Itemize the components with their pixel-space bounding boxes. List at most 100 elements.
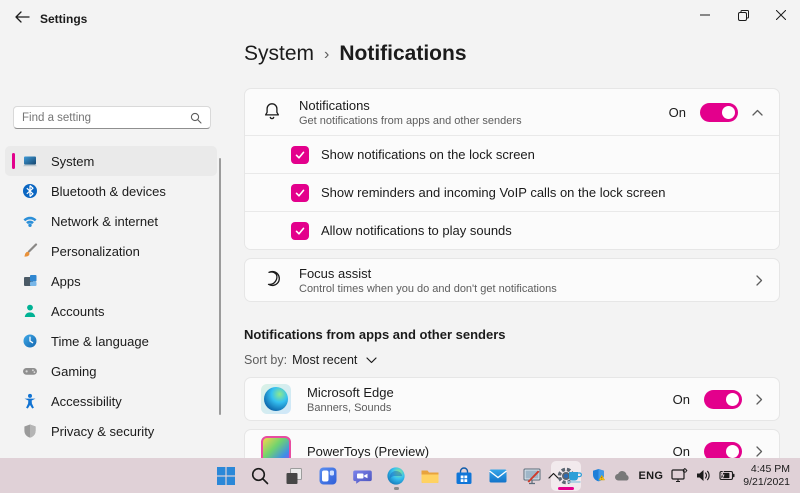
sidebar-item-network-internet[interactable]: Network & internet [5,206,217,236]
sidebar-scrollbar[interactable] [219,158,221,415]
bluetooth-icon [22,183,38,199]
notifications-toggle[interactable] [700,103,738,122]
edge-notifications-toggle[interactable] [704,390,742,409]
moon-icon [261,269,283,291]
bell-icon [261,101,283,123]
network-icon [22,213,38,229]
notifications-text: Notifications Get notifications from app… [299,98,522,127]
page-title: Notifications [339,42,466,66]
focus-assist-card[interactable]: Focus assist Control times when you do a… [244,258,780,302]
sort-dropdown[interactable]: Sort by: Most recent [244,353,377,367]
chevron-right-icon [756,394,763,405]
start-icon [216,466,236,486]
edge-icon [386,466,406,486]
settings-window: Settings System Bluetooth & devices Netw… [0,0,800,493]
edge-taskbar-button[interactable] [381,461,411,491]
checkbox-label: Show reminders and incoming VoIP calls o… [321,185,665,200]
search-input[interactable] [22,112,190,124]
onedrive-cloud-icon [614,470,631,482]
apps-section-title: Notifications from apps and other sender… [244,327,506,342]
search-box[interactable] [13,106,211,129]
file-explorer-button[interactable] [415,461,445,491]
sidebar-item-label: Accounts [51,304,104,319]
chat-icon [352,466,373,486]
search-icon [190,112,202,124]
sidebar-item-bluetooth-devices[interactable]: Bluetooth & devices [5,176,217,206]
chevron-up-icon[interactable] [752,109,763,116]
tray-expand-button[interactable] [548,472,559,479]
volume-icon [696,469,711,482]
sidebar-item-personalization[interactable]: Personalization [5,236,217,266]
taskbar-clock[interactable]: 4:45 PM 9/21/2021 [743,463,790,488]
checkbox-label: Show notifications on the lock screen [321,147,535,162]
sidebar-item-label: Accessibility [51,394,122,409]
sidebar-item-time-language[interactable]: Time & language [5,326,217,356]
mail-icon [488,466,508,486]
sidebar-item-accessibility[interactable]: Accessibility [5,386,217,416]
tray-security-shield-icon[interactable] [591,468,606,483]
app-toggle-label: On [673,444,690,459]
taskbar-search-icon [250,466,270,486]
option-row-play-sounds[interactable]: Allow notifications to play sounds [245,211,779,249]
accessibility-icon [22,393,38,409]
sidebar-item-gaming[interactable]: Gaming [5,356,217,386]
tray-volume-icon[interactable] [696,469,711,482]
accounts-icon [22,303,38,319]
sidebar-item-label: Bluetooth & devices [51,184,166,199]
widgets-button[interactable] [313,461,343,491]
chevron-up-icon [548,472,559,479]
chevron-down-icon [366,357,377,364]
mail-button[interactable] [483,461,513,491]
start-button[interactable] [211,461,241,491]
security-shield-icon [591,468,606,483]
main-content: System › Notifications Notifications Get… [244,0,780,458]
sidebar-item-apps[interactable]: Apps [5,266,217,296]
language-indicator[interactable]: ENG [639,470,664,482]
task-view-button[interactable] [279,461,309,491]
checkbox-label: Allow notifications to play sounds [321,223,512,238]
sidebar-item-accounts[interactable]: Accounts [5,296,217,326]
tray-cup-icon[interactable] [567,469,583,483]
option-row-lock-screen[interactable]: Show notifications on the lock screen [245,135,779,173]
app-detail: Banners, Sounds [307,402,394,414]
chevron-right-icon [756,275,763,286]
tray-battery-icon[interactable] [719,470,735,481]
privacy-icon [22,423,38,439]
breadcrumb-separator-icon: › [324,46,329,64]
check-icon [294,187,306,199]
checkbox-show-lock-screen[interactable] [291,146,309,164]
checkbox-play-sounds[interactable] [291,222,309,240]
gaming-icon [22,363,38,379]
checkbox-reminders-voip[interactable] [291,184,309,202]
widgets-icon [318,466,338,486]
sidebar: System Bluetooth & devices Network & int… [0,0,226,458]
sort-label: Sort by: [244,353,287,367]
system-icon [22,153,38,169]
battery-icon [719,470,735,481]
sidebar-item-label: Time & language [51,334,149,349]
personalization-icon [22,243,38,259]
focus-assist-subtitle: Control times when you do and don't get … [299,283,557,295]
microsoft-store-button[interactable] [449,461,479,491]
apps-icon [22,273,38,289]
sidebar-item-label: System [51,154,94,169]
sidebar-item-system[interactable]: System [5,146,217,176]
taskbar-search-button[interactable] [245,461,275,491]
notifications-title: Notifications [299,98,522,113]
notifications-card: Notifications Get notifications from app… [244,88,780,250]
chat-button[interactable] [347,461,377,491]
file-explorer-icon [420,466,440,486]
taskbar: ENG 4:45 PM 9/21/2021 [0,458,800,493]
sidebar-item-privacy-security[interactable]: Privacy & security [5,416,217,446]
notifications-main-row[interactable]: Notifications Get notifications from app… [245,89,779,135]
time-language-icon [22,333,38,349]
display-editor-app-button[interactable] [517,461,547,491]
sort-value: Most recent [292,353,357,367]
breadcrumb-parent[interactable]: System [244,42,314,66]
tray-display-network-icon[interactable] [671,468,688,483]
tray-onedrive-icon[interactable] [614,470,631,482]
display-editor-icon [522,466,542,486]
sidebar-item-label: Privacy & security [51,424,154,439]
option-row-reminders-voip[interactable]: Show reminders and incoming VoIP calls o… [245,173,779,211]
app-row-microsoft-edge[interactable]: Microsoft Edge Banners, Sounds On [244,377,780,421]
